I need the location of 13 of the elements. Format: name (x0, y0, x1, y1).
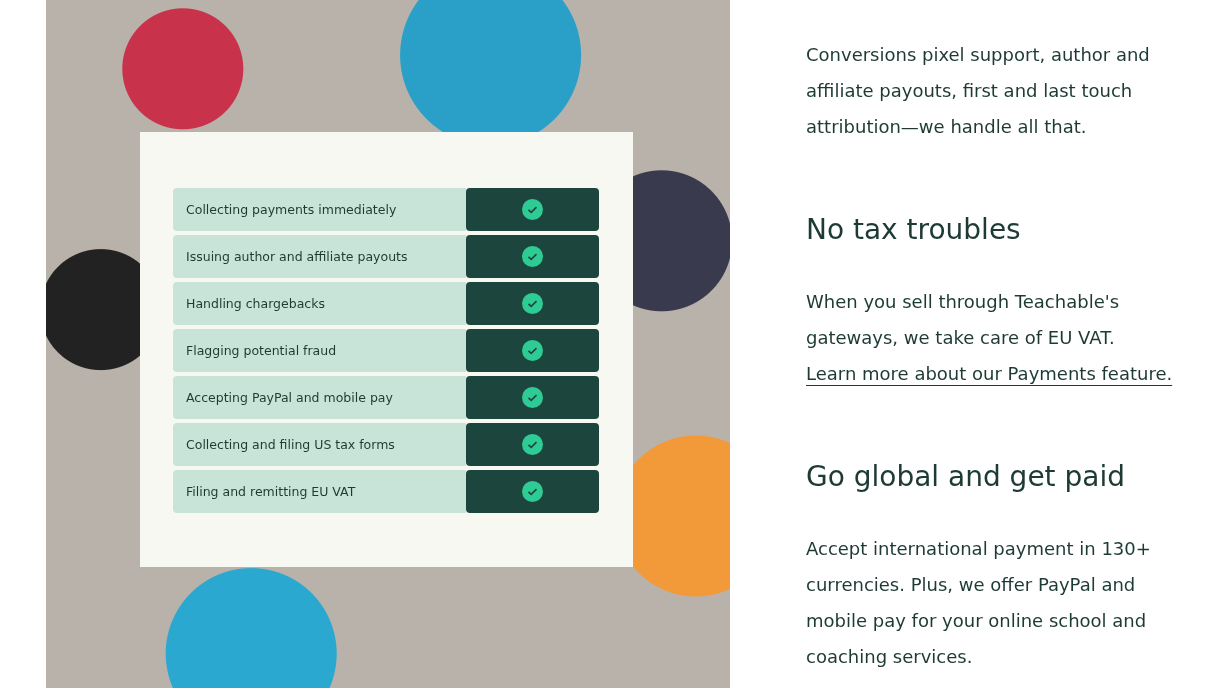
section-heading: Go global and get paid (806, 459, 1126, 495)
section-paragraph: When you sell through Teachable's gateways, we take care of EU VAT. Learn more about our Payments feature. (806, 290, 1174, 386)
feature-label: Accepting PayPal and mobile pay (173, 376, 466, 419)
section-heading: No tax troubles (806, 212, 1022, 248)
section-paragraph: Accept international payment in 130+ currencies. Plus, we offer PayPal and mobile pay for your online school and coaching services. (806, 537, 1152, 669)
feature-label: Collecting payments immediately (173, 188, 466, 231)
feature-label: Handling chargebacks (173, 282, 466, 325)
feature-label: Flagging potential fraud (173, 329, 466, 372)
section-paragraph: Conversions pixel support, author and affiliate payouts, first and last touch attribution—we handle all that. (806, 43, 1151, 139)
feature-label: Issuing author and affiliate payouts (173, 235, 466, 278)
payments-link[interactable]: Learn more about our Payments feature. (806, 363, 1173, 384)
feature-label: Collecting and filing US tax forms (173, 423, 466, 466)
feature-label: Filing and remitting EU VAT (173, 470, 466, 513)
